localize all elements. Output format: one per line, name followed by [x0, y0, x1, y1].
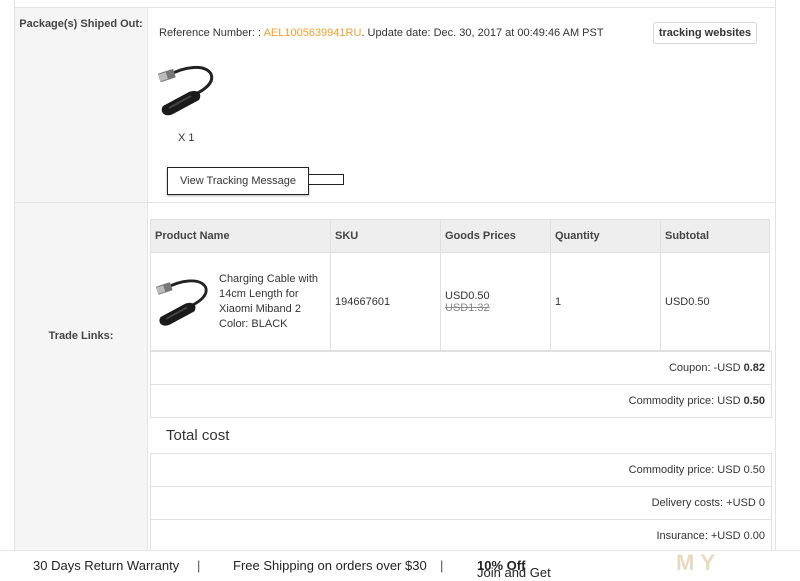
- section-divider: [15, 202, 775, 203]
- coupon-label: Coupon: -USD: [668, 362, 744, 374]
- join-offer-link[interactable]: Join and Get 10% Off: [477, 558, 551, 580]
- watermark-logo: MY: [676, 550, 721, 575]
- table-header-row: Product Name SKU Goods Prices Quantity S…: [150, 219, 770, 253]
- coupon-value: 0.82: [743, 362, 765, 374]
- reference-line: Reference Number: : AEL1005639941RU. Upd…: [159, 27, 604, 39]
- tracking-expand-handle[interactable]: [308, 174, 344, 185]
- reference-number[interactable]: AEL1005639941RU: [264, 27, 362, 39]
- delivery-row: Delivery costs: +USD 0: [151, 487, 771, 520]
- current-price: USD0.50: [445, 289, 490, 302]
- package-label: Package(s) Shiped Out:: [19, 18, 143, 30]
- product-thumbnail[interactable]: [155, 274, 213, 330]
- trade-label: Trade Links:: [48, 330, 114, 342]
- column-divider: [147, 8, 148, 550]
- commodity-label: Commodity price: USD: [628, 395, 744, 407]
- footer-separator: |: [197, 558, 201, 573]
- return-warranty-link[interactable]: 30 Days Return Warranty: [33, 558, 179, 573]
- footer-separator: |: [440, 558, 444, 573]
- tracking-websites-button[interactable]: tracking websites: [653, 22, 757, 44]
- view-tracking-message-button[interactable]: View Tracking Message: [167, 167, 309, 195]
- header-subtotal: Subtotal: [660, 219, 770, 253]
- product-cell: Charging Cable with 14cm Length for Xiao…: [150, 252, 331, 351]
- total-cost-box: Commodity price: USD 0.50 Delivery costs…: [150, 453, 772, 555]
- total-commodity-row: Commodity price: USD 0.50: [151, 454, 771, 487]
- table-row: Charging Cable with 14cm Length for Xiao…: [150, 252, 770, 351]
- quantity-cell: 1: [550, 252, 661, 351]
- commodity-row: Commodity price: USD 0.50: [151, 385, 771, 417]
- update-date: . Update date: Dec. 30, 2017 at 00:49:46…: [361, 27, 604, 39]
- header-goods-prices: Goods Prices: [440, 219, 551, 253]
- header-sku: SKU: [330, 219, 441, 253]
- order-summary: Coupon: -USD 0.82 Commodity price: USD 0…: [150, 351, 772, 418]
- package-quantity: X 1: [178, 132, 195, 144]
- join-prefix: Join and Get: [477, 565, 551, 580]
- price-cell: USD0.50 USD1.32: [440, 252, 551, 351]
- trade-label-cell: Trade Links:: [15, 203, 147, 550]
- header-quantity: Quantity: [550, 219, 661, 253]
- reference-prefix: Reference Number: :: [159, 27, 264, 39]
- product-table: Product Name SKU Goods Prices Quantity S…: [150, 219, 770, 351]
- package-label-cell: Package(s) Shiped Out:: [15, 8, 147, 202]
- coupon-row: Coupon: -USD 0.82: [151, 352, 771, 385]
- commodity-value: 0.50: [743, 395, 765, 407]
- product-name-link[interactable]: Charging Cable with 14cm Length for Xiao…: [219, 272, 319, 332]
- header-product-name: Product Name: [150, 219, 331, 253]
- package-product-thumbnail: [158, 66, 214, 116]
- insurance-row: Insurance: +USD 0.00: [656, 530, 765, 542]
- original-price: USD1.32: [445, 301, 490, 314]
- free-shipping-link[interactable]: Free Shipping on orders over $30: [233, 558, 427, 573]
- total-cost-title: Total cost: [166, 427, 230, 444]
- subtotal-cell: USD0.50: [660, 252, 770, 351]
- sku-cell: 194667601: [330, 252, 441, 351]
